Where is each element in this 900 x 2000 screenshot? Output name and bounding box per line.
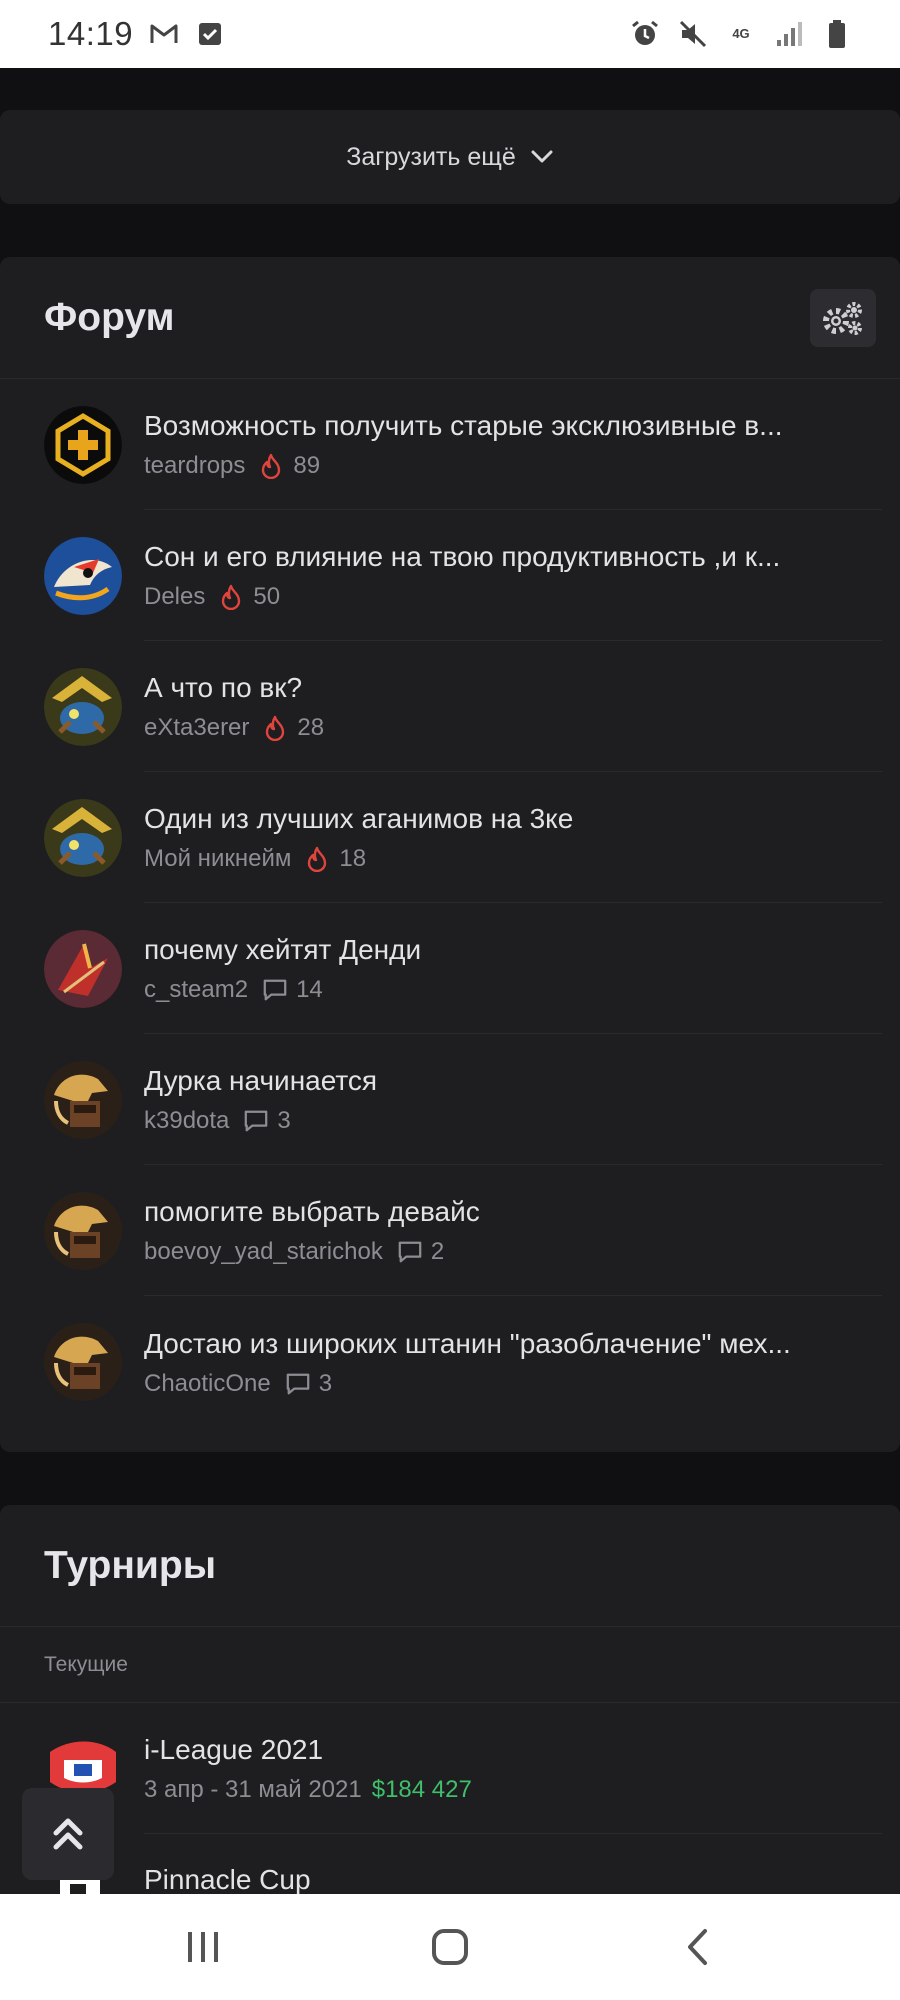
forum-title: Форум [44,295,175,339]
topic-title: Один из лучших аганимов на 3ке [144,803,574,834]
comment-icon [285,1371,311,1397]
topic-count: 18 [339,845,367,872]
chevron-down-icon [531,150,553,163]
scroll-to-top-button[interactable] [22,1788,114,1880]
tournament-name: i-League 2021 [144,1734,324,1765]
topic-author[interactable]: teardrops [144,452,245,480]
forum-topic[interactable]: Один из лучших аганимов на 3ке Мой никне… [0,772,900,903]
system-navigation-bar [0,1894,900,2000]
gears-icon [823,301,862,335]
topic-author[interactable]: c_steam2 [144,976,248,1004]
fire-icon [263,715,289,741]
topic-count: 50 [253,583,281,610]
forum-topic[interactable]: Дурка начинается k39dota 3 [0,1034,900,1165]
topic-author[interactable]: eXta3erer [144,714,249,742]
load-more-button[interactable]: Загрузить ещё [0,110,900,204]
home-icon [431,1929,468,1965]
status-time: 14:19 [48,15,134,52]
topic-count: 3 [318,1369,333,1397]
status-bar: 14:19 4G [0,0,900,68]
topic-title: Дурка начинается [144,1065,378,1096]
tournaments-header: Турниры [0,1505,900,1627]
topic-title: Возможность получить старые эксклюзивные… [144,410,783,441]
fire-icon [219,584,245,610]
battery-icon [822,19,852,49]
topic-title: помогите выбрать девайс [144,1196,480,1227]
tournament-name: Pinnacle Cup [144,1864,311,1895]
topic-author[interactable]: Deles [144,583,205,611]
avatar [44,1191,122,1270]
fire-icon [305,846,331,872]
topic-count: 2 [430,1238,445,1265]
forum-topic[interactable]: помогите выбрать девайс boevoy_yad_stari… [0,1165,900,1296]
tournament-item[interactable]: i-League 2021 3 апр - 31 май 2021 $184 4… [0,1703,900,1834]
load-more-label: Загрузить ещё [346,142,516,171]
signal-icon [774,19,804,49]
avatar [44,536,122,615]
forum-topic-list: Возможность получить старые эксклюзивные… [0,379,900,1427]
app-screen: 14:19 4G Загрузить ещё Форум Возможность… [0,0,900,2000]
topic-author[interactable]: boevoy_yad_starichok [144,1238,383,1266]
forum-topic[interactable]: почему хейтят Денди c_steam2 14 [0,903,900,1034]
forum-topic[interactable]: Возможность получить старые эксклюзивные… [0,379,900,510]
checkbox-notification-icon [195,19,225,49]
topic-count: 28 [297,714,325,741]
topic-count: 3 [277,1107,291,1134]
forum-topic[interactable]: Сон и его влияние на твою продуктивность… [0,510,900,641]
tournaments-section-label: Текущие [0,1627,900,1703]
recent-apps-icon [188,1932,219,1962]
avatar [44,929,122,1008]
gmail-icon [149,19,179,49]
comment-icon [243,1108,269,1134]
fire-icon [259,453,285,479]
forum-settings-button[interactable] [810,288,876,347]
topic-author[interactable]: ChaoticOne [144,1370,271,1398]
forum-card: Форум Возможность получить старые эксклю… [0,257,900,1452]
forum-header: Форум [0,257,900,379]
forum-topic[interactable]: Достаю из широких штанин "разоблачение" … [0,1296,900,1427]
topic-author[interactable]: k39dota [144,1107,229,1135]
comment-icon [262,977,288,1003]
home-button[interactable] [410,1917,490,1977]
avatar [44,405,122,484]
topic-count: 89 [293,452,321,479]
topic-author[interactable]: Мой никнейм [144,845,291,873]
topic-title: почему хейтят Денди [144,934,422,965]
topic-title: А что по вк? [144,672,303,703]
topic-count: 14 [296,976,323,1003]
back-icon [687,1929,707,1965]
double-chevron-up-icon [53,1818,83,1850]
topic-title: Достаю из широких штанин "разоблачение" … [144,1327,791,1359]
tournament-dates: 3 апр - 31 май 2021 [144,1776,362,1803]
forum-topic[interactable]: А что по вк? eXta3erer 28 [0,641,900,772]
avatar [44,1060,122,1139]
back-button[interactable] [657,1917,737,1977]
avatar [44,798,122,877]
recent-apps-button[interactable] [163,1917,243,1977]
mute-icon [678,19,708,49]
avatar [44,1322,122,1401]
tournament-prize: $184 427 [371,1776,472,1803]
tournaments-title: Турниры [44,1543,216,1587]
network-type-icon: 4G [732,26,750,41]
alarm-icon [630,19,660,49]
avatar [44,667,122,746]
comment-icon [397,1239,423,1265]
topic-title: Сон и его влияние на твою продуктивность… [144,541,781,572]
